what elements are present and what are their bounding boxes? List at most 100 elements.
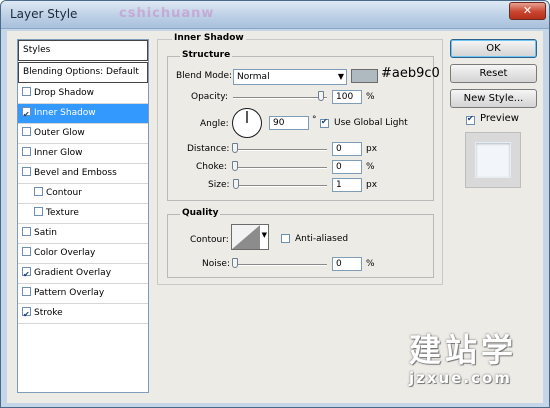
structure-title: Structure — [180, 50, 233, 60]
noise-slider[interactable] — [233, 264, 327, 266]
style-item-label: Gradient Overlay — [34, 268, 112, 278]
opacity-input[interactable]: 100 — [332, 90, 362, 104]
size-unit: px — [366, 180, 378, 190]
style-checkbox[interactable] — [22, 127, 31, 136]
style-item-texture[interactable]: Texture — [18, 204, 148, 224]
color-hex-label: #aeb9c0 — [381, 66, 440, 81]
choke-unit: % — [366, 162, 375, 172]
quality-title: Quality — [180, 208, 221, 218]
size-label: Size: — [208, 180, 230, 190]
noise-slider-thumb[interactable] — [232, 258, 238, 268]
opacity-slider[interactable] — [233, 97, 327, 99]
reset-button[interactable]: Reset — [450, 64, 537, 83]
size-slider-thumb[interactable] — [233, 179, 239, 189]
style-item-outer-glow[interactable]: Outer Glow — [18, 124, 148, 144]
style-checkbox[interactable] — [22, 227, 31, 236]
style-item-drop-shadow[interactable]: Drop Shadow — [18, 84, 148, 104]
watermark-site: jzxue.com — [409, 369, 512, 387]
contour-dropdown-arrow-icon[interactable]: ▼ — [262, 231, 267, 239]
inner-shadow-title: Inner Shadow — [172, 33, 246, 43]
distance-slider[interactable] — [233, 149, 327, 151]
preview-checkbox[interactable] — [466, 114, 475, 125]
opacity-unit: % — [366, 92, 375, 102]
blend-mode-dropdown[interactable]: Normal ▼ — [233, 69, 347, 85]
global-light-label: Use Global Light — [334, 118, 408, 128]
angle-unit: ° — [312, 115, 317, 125]
noise-input[interactable]: 0 — [332, 257, 362, 271]
style-item-contour[interactable]: Contour — [18, 184, 148, 204]
style-checkbox[interactable] — [22, 105, 31, 124]
distance-slider-thumb[interactable] — [232, 143, 238, 153]
style-checkbox[interactable] — [22, 147, 31, 156]
style-checkbox[interactable] — [22, 247, 31, 256]
opacity-slider-thumb[interactable] — [318, 91, 324, 101]
anti-aliased-checkbox[interactable] — [281, 234, 290, 243]
style-item-pattern-overlay[interactable]: Pattern Overlay — [18, 284, 148, 304]
ok-button[interactable]: OK — [450, 39, 537, 58]
distance-input[interactable]: 0 — [332, 142, 362, 156]
style-item-color-overlay[interactable]: Color Overlay — [18, 244, 148, 264]
style-item-label: Drop Shadow — [34, 88, 95, 98]
shadow-color-swatch[interactable] — [351, 69, 378, 83]
contour-linear-icon — [232, 225, 260, 249]
style-item-label: Inner Glow — [34, 148, 83, 158]
styles-header[interactable]: Styles — [18, 40, 148, 61]
size-input[interactable]: 1 — [332, 178, 362, 192]
style-item-label: Stroke — [34, 308, 63, 318]
blending-options-item[interactable]: Blending Options: Default — [18, 62, 148, 83]
style-checkbox[interactable] — [22, 87, 31, 96]
style-checkbox[interactable] — [22, 265, 31, 284]
style-item-inner-shadow[interactable]: Inner Shadow — [18, 104, 148, 124]
title-ghost-text: cshichuanw — [119, 6, 215, 21]
size-slider[interactable] — [233, 185, 327, 187]
chevron-down-icon: ▼ — [337, 72, 344, 81]
angle-label: Angle: — [200, 119, 229, 129]
window-title: Layer Style — [10, 7, 78, 21]
style-checkbox[interactable] — [34, 207, 43, 216]
layer-style-dialog: Layer Style cshichuanw ✕ Styles Blending… — [0, 0, 550, 408]
contour-picker[interactable]: ▼ — [231, 224, 269, 250]
choke-label: Choke: — [196, 162, 227, 172]
noise-unit: % — [366, 259, 375, 269]
blend-mode-label: Blend Mode: — [176, 71, 233, 81]
opacity-label: Opacity: — [191, 92, 228, 102]
close-icon: ✕ — [522, 4, 533, 17]
contour-label: Contour: — [190, 235, 229, 245]
preview-thumbnail — [475, 142, 511, 178]
anti-aliased-label: Anti-aliased — [295, 234, 349, 244]
style-item-inner-glow[interactable]: Inner Glow — [18, 144, 148, 164]
style-checkbox[interactable] — [34, 187, 43, 196]
preview-swatch — [465, 132, 521, 188]
style-item-label: Satin — [34, 228, 57, 238]
style-item-label: Color Overlay — [34, 248, 96, 258]
angle-dial[interactable] — [231, 107, 263, 139]
style-item-label: Texture — [46, 208, 79, 218]
preview-label: Preview — [480, 113, 519, 124]
choke-slider-thumb[interactable] — [232, 161, 238, 171]
blend-mode-value: Normal — [237, 72, 270, 82]
style-checkbox[interactable] — [22, 287, 31, 296]
style-item-label: Inner Shadow — [34, 108, 96, 118]
title-bar[interactable]: Layer Style cshichuanw ✕ — [1, 1, 549, 29]
style-item-label: Bevel and Emboss — [34, 168, 117, 178]
style-item-gradient-overlay[interactable]: Gradient Overlay — [18, 264, 148, 284]
styles-list: Styles Blending Options: Default Drop Sh… — [17, 39, 149, 393]
new-style-button[interactable]: New Style... — [450, 89, 537, 108]
style-item-label: Contour — [46, 188, 82, 198]
noise-label: Noise: — [202, 259, 230, 269]
style-item-label: Outer Glow — [34, 128, 85, 138]
style-item-label: Pattern Overlay — [34, 288, 105, 298]
style-item-stroke[interactable]: Stroke — [18, 304, 148, 324]
angle-input[interactable]: 90 — [269, 116, 309, 130]
dialog-body: Styles Blending Options: Default Drop Sh… — [7, 31, 543, 403]
style-item-satin[interactable]: Satin — [18, 224, 148, 244]
style-checkbox[interactable] — [22, 305, 31, 324]
style-item-bevel-and-emboss[interactable]: Bevel and Emboss — [18, 164, 148, 184]
distance-label: Distance: — [187, 144, 230, 154]
style-checkbox[interactable] — [22, 167, 31, 176]
close-button[interactable]: ✕ — [509, 2, 546, 20]
choke-slider[interactable] — [233, 167, 327, 169]
global-light-checkbox[interactable] — [320, 117, 329, 128]
watermark-logo: 建站学 — [409, 331, 518, 369]
choke-input[interactable]: 0 — [332, 160, 362, 174]
